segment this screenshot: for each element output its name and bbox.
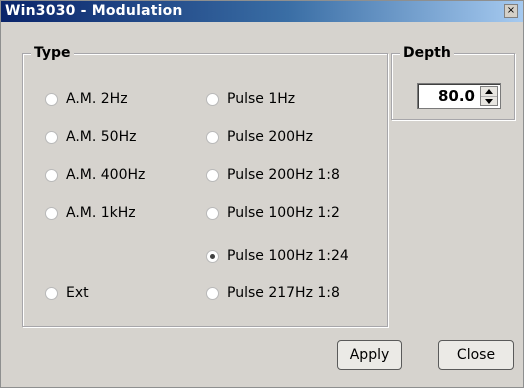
radio-pulse-200hz-1-8[interactable]: Pulse 200Hz 1:8 — [206, 166, 340, 184]
radio-label: Pulse 1Hz — [227, 91, 296, 107]
radio-label: Pulse 100Hz 1:24 — [227, 248, 349, 264]
radio-am-1khz[interactable]: A.M. 1kHz — [45, 204, 136, 222]
radio-pulse-100hz-1-24[interactable]: Pulse 100Hz 1:24 — [206, 247, 349, 265]
window-title: Win3030 - Modulation — [5, 3, 183, 19]
radio-label: Pulse 100Hz 1:2 — [227, 205, 340, 221]
radio-circle-icon — [45, 206, 58, 220]
depth-group: Depth 80.0 — [391, 44, 515, 120]
depth-spin-input[interactable]: 80.0 — [417, 83, 501, 109]
radio-label: Pulse 200Hz 1:8 — [227, 167, 340, 183]
radio-am-400hz[interactable]: A.M. 400Hz — [45, 166, 145, 184]
radio-circle-icon — [206, 92, 219, 106]
close-window-icon[interactable]: × — [504, 4, 518, 18]
radio-circle-icon — [45, 92, 58, 106]
radio-label: A.M. 400Hz — [66, 167, 146, 183]
radio-label: A.M. 50Hz — [66, 129, 137, 145]
type-group: Type A.M. 2Hz A.M. 50Hz A.M. 400Hz A.M. … — [22, 44, 388, 327]
radio-selected-icon — [206, 249, 219, 263]
radio-circle-icon — [206, 168, 219, 182]
radio-circle-icon — [45, 168, 58, 182]
close-button[interactable]: Close — [438, 340, 514, 370]
radio-am-2hz[interactable]: A.M. 2Hz — [45, 90, 128, 108]
radio-label: Pulse 217Hz 1:8 — [227, 285, 340, 301]
radio-label: Ext — [66, 285, 89, 301]
depth-spinner — [480, 86, 498, 106]
radio-label: A.M. 1kHz — [66, 205, 136, 221]
radio-pulse-100hz-1-2[interactable]: Pulse 100Hz 1:2 — [206, 204, 340, 222]
radio-circle-icon — [45, 286, 58, 300]
radio-circle-icon — [206, 130, 219, 144]
apply-button[interactable]: Apply — [337, 340, 402, 370]
arrow-up-icon — [485, 89, 493, 94]
title-bar[interactable]: Win3030 - Modulation × — [1, 1, 523, 22]
type-group-label: Type — [31, 44, 74, 62]
radio-pulse-1hz[interactable]: Pulse 1Hz — [206, 90, 295, 108]
radio-pulse-200hz[interactable]: Pulse 200Hz — [206, 128, 313, 146]
spin-down-button[interactable] — [481, 97, 497, 106]
depth-group-label: Depth — [400, 44, 454, 62]
radio-circle-icon — [206, 206, 219, 220]
radio-pulse-217hz-1-8[interactable]: Pulse 217Hz 1:8 — [206, 284, 340, 302]
spin-up-button[interactable] — [481, 87, 497, 97]
arrow-down-icon — [485, 99, 493, 104]
radio-ext[interactable]: Ext — [45, 284, 89, 302]
radio-circle-icon — [206, 286, 219, 300]
radio-label: A.M. 2Hz — [66, 91, 128, 107]
radio-label: Pulse 200Hz — [227, 129, 313, 145]
modulation-dialog: Win3030 - Modulation × Type A.M. 2Hz A.M… — [0, 0, 524, 388]
depth-value: 80.0 — [437, 87, 475, 105]
radio-circle-icon — [45, 130, 58, 144]
radio-am-50hz[interactable]: A.M. 50Hz — [45, 128, 136, 146]
